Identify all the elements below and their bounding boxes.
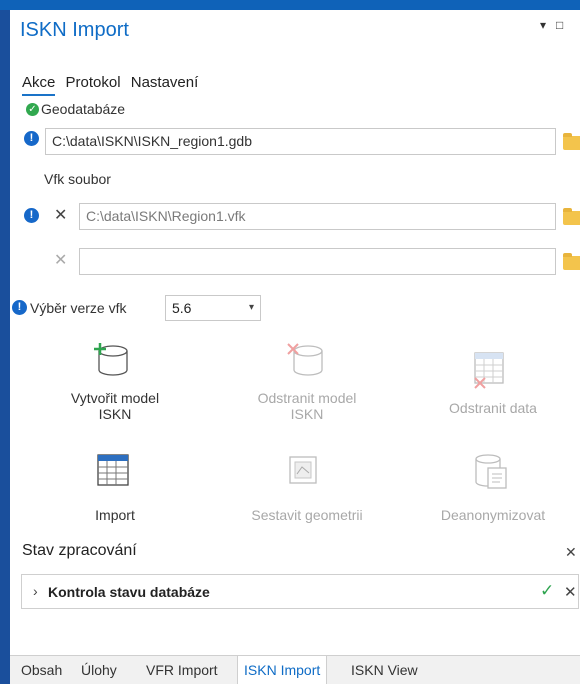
tab-iskn-view[interactable]: ISKN View (345, 656, 424, 684)
pane-tabs: Akce Protokol Nastavení (22, 74, 204, 96)
vfk-file-input-1[interactable]: C:\data\ISKN\Region1.vfk (79, 203, 556, 230)
tab-protokol[interactable]: Protokol (66, 74, 121, 91)
build-geometry-button[interactable]: Sestavit geometrii (237, 507, 377, 523)
import-label: Import (95, 507, 135, 523)
chevron-right-icon[interactable]: › (33, 583, 38, 599)
deanonymize-label: Deanonymizovat (440, 507, 546, 523)
delete-model-label-1: Odstranit model (257, 390, 357, 406)
iskn-import-pane: ISKN Import ▾ □ Akce Protokol Nastavení … (10, 10, 580, 684)
tab-ulohy[interactable]: Úlohy (75, 656, 123, 684)
delete-model-label-2: ISKN (290, 406, 324, 422)
warning-icon: ! (24, 208, 39, 223)
remove-file-icon[interactable]: ✕ (54, 250, 67, 270)
status-row-label: Kontrola stavu databáze (48, 584, 210, 600)
delete-db-icon (287, 343, 323, 376)
pane-titlebar: ISKN Import ▾ □ (10, 10, 580, 50)
folder-icon[interactable] (563, 208, 580, 225)
delete-model-button[interactable]: Odstranit model ISKN (237, 390, 377, 422)
delete-data-label: Odstranit data (449, 400, 537, 416)
desktop-edge (0, 0, 10, 684)
geometry-icon (289, 456, 317, 484)
create-model-label-1: Vytvořit model (70, 390, 160, 406)
folder-icon[interactable] (563, 253, 580, 270)
desktop-top-edge (0, 0, 580, 10)
version-label: Výběr verze vfk (30, 300, 127, 316)
geodatabase-label: Geodatabáze (41, 101, 126, 117)
tab-akce[interactable]: Akce (22, 74, 56, 96)
tab-nastaveni[interactable]: Nastavení (131, 74, 199, 91)
create-model-label-2: ISKN (98, 406, 132, 422)
import-button[interactable]: Import (45, 507, 185, 523)
folder-icon[interactable] (563, 133, 580, 150)
delete-data-icon (474, 352, 504, 389)
status-row[interactable]: › Kontrola stavu databáze ✓ ✕ (21, 574, 579, 609)
close-icon[interactable]: ✕ (565, 544, 577, 561)
deanonymize-icon (475, 454, 507, 489)
check-icon: ✓ (540, 581, 555, 600)
tab-iskn-import[interactable]: ISKN Import (237, 656, 328, 684)
remove-file-icon[interactable]: ✕ (54, 205, 67, 225)
delete-data-button[interactable]: Odstranit data (423, 400, 563, 416)
vfk-file-input-2[interactable] (79, 248, 556, 275)
tab-obsah[interactable]: Obsah (15, 656, 68, 684)
create-model-button[interactable]: Vytvořit model ISKN (45, 390, 185, 422)
warning-icon: ! (12, 300, 27, 315)
close-icon[interactable]: ✕ (564, 583, 577, 601)
create-db-icon[interactable] (90, 342, 130, 378)
import-table-icon[interactable] (96, 453, 130, 487)
warning-icon: ! (24, 131, 39, 146)
geodatabase-input[interactable]: C:\data\ISKN\ISKN_region1.gdb (45, 128, 556, 155)
chevron-down-icon: ▾ (248, 302, 254, 313)
build-geometry-label: Sestavit geometrii (251, 507, 363, 523)
deanonymize-button[interactable]: Deanonymizovat (423, 507, 563, 523)
tab-vfr-import[interactable]: VFR Import (140, 656, 224, 684)
pane-options-icon[interactable]: ▾ (540, 18, 546, 32)
bottom-tab-bar: Obsah Úlohy VFR Import ISKN Import ISKN … (10, 655, 580, 684)
version-select[interactable]: 5.6 ▾ (165, 295, 261, 321)
pane-title: ISKN Import (20, 19, 129, 41)
version-value: 5.6 (172, 300, 192, 316)
status-section-title: Stav zpracování (22, 542, 137, 559)
vfk-label: Vfk soubor (44, 171, 111, 187)
check-circle-icon: ✓ (26, 103, 39, 116)
maximize-icon[interactable]: □ (556, 18, 563, 32)
